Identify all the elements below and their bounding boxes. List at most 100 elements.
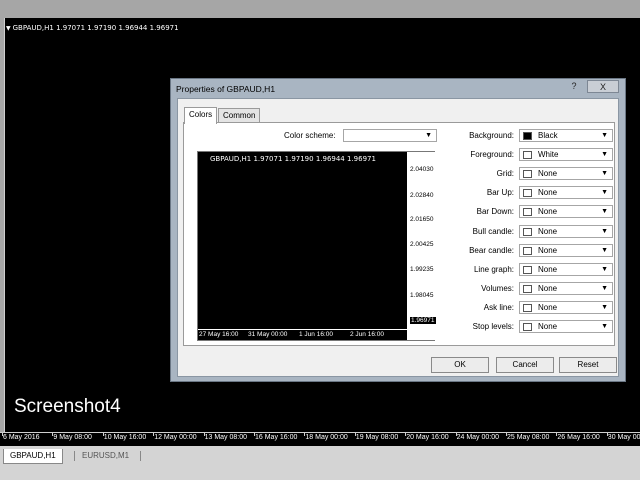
time-axis-label: 18 May 00:00	[305, 434, 348, 441]
chevron-down-icon: ▼	[601, 151, 608, 159]
setting-label: Bar Down:	[476, 207, 514, 217]
close-button[interactable]: X	[587, 80, 619, 93]
tab-eurusd-m1[interactable]: EURUSD,M1	[76, 449, 135, 463]
color-select[interactable]: None ▼	[519, 224, 613, 238]
color-swatch	[523, 323, 532, 331]
ok-button[interactable]: OK	[431, 357, 489, 373]
time-axis-label: 6 May 2016	[3, 434, 40, 441]
chevron-down-icon: ▼	[601, 170, 608, 178]
color-swatch	[523, 303, 532, 312]
watermark-text: Screenshot4	[14, 396, 121, 417]
preview-price-axis: 2.04030 2.02840 2.01650 2.00425 1.99235 1.980…	[407, 152, 436, 340]
chart-title-text: GBPAUD,H1 1.97071 1.97190 1.96944 1.9697…	[12, 24, 179, 32]
time-axis-label: 30 May 00:00	[607, 434, 640, 441]
color-value: None	[538, 264, 558, 274]
setting-label: Bull candle:	[472, 226, 514, 236]
color-select[interactable]: None ▼	[519, 281, 613, 295]
color-value: None	[538, 302, 558, 312]
color-swatch	[523, 265, 532, 274]
time-axis-label: 19 May 08:00	[355, 434, 399, 441]
properties-dialog: Properties of GBPAUD,H1 ? X Colors Commo…	[170, 78, 626, 382]
chevron-down-icon: ▼	[601, 284, 608, 292]
color-select[interactable]: None ▼	[519, 186, 613, 200]
time-axis-label: 25 May 08:00	[507, 434, 550, 441]
time-axis-label: 24 May 00:00	[456, 434, 500, 441]
color-value: None	[538, 322, 558, 331]
colors-panel: Color scheme: ▼ GBPAUD,H1 1.97071 1.9719…	[183, 122, 615, 346]
preview-time-label: 31 May 00:00	[248, 331, 288, 338]
setting-label: Grid:	[496, 169, 514, 179]
color-swatch	[523, 151, 532, 160]
setting-label: Stop levels:	[472, 322, 514, 331]
setting-label: Line graph:	[473, 264, 514, 274]
color-value: Black	[538, 131, 558, 140]
color-swatch	[523, 284, 532, 293]
color-select[interactable]: None ▼	[519, 262, 613, 276]
color-select[interactable]: White ▼	[519, 148, 613, 162]
color-value: None	[538, 188, 558, 198]
preview-time-axis: 27 May 16:00 31 May 00:00 1 Jun 16:00 2 Jun…	[198, 329, 407, 341]
preview-time-label: 1 Jun 16:00	[299, 331, 333, 338]
color-select[interactable]: None ▼	[519, 320, 613, 333]
setting-label: Bear candle:	[469, 245, 514, 255]
time-axis-label: 26 May 16:00	[557, 434, 600, 441]
setting-label: Bar Up:	[486, 188, 514, 198]
time-axis-label: 9 May 08:00	[53, 434, 92, 441]
color-scheme-label: Color scheme:	[284, 131, 336, 140]
chart-preview: GBPAUD,H1 1.97071 1.97190 1.96944 1.9697…	[197, 151, 436, 341]
help-button[interactable]: ?	[563, 80, 585, 93]
color-swatch	[523, 227, 532, 236]
time-axis-label: 16 May 16:00	[255, 434, 298, 441]
color-swatch	[523, 132, 532, 140]
reset-button[interactable]: Reset	[559, 357, 617, 373]
color-swatch	[523, 170, 532, 179]
chevron-down-icon: ▼	[601, 189, 608, 197]
chevron-down-icon: ▼	[601, 323, 608, 330]
dialog-body: Colors Common Color scheme: ▼ GBPAUD,H1 …	[177, 98, 619, 377]
chevron-down-icon: ▼	[601, 208, 608, 216]
setting-label: Volumes:	[481, 283, 514, 293]
chevron-down-icon: ▼	[601, 303, 608, 311]
preview-title: GBPAUD,H1 1.97071 1.97190 1.96944 1.9697…	[210, 155, 376, 163]
preview-time-label: 27 May 16:00	[199, 331, 239, 338]
preview-price-label: 2.00425	[410, 241, 434, 248]
chevron-down-icon: ▼	[601, 265, 608, 273]
tab-gbpaud-h1[interactable]: GBPAUD,H1	[3, 449, 63, 464]
color-swatch	[523, 208, 532, 217]
color-value: None	[538, 207, 558, 217]
setting-label: Ask line:	[483, 302, 514, 312]
chevron-down-icon: ▼	[601, 132, 608, 139]
color-value: None	[538, 169, 558, 179]
color-value: None	[538, 245, 558, 255]
dialog-title: Properties of GBPAUD,H1	[176, 84, 276, 94]
chart-tab-bar: GBPAUD,H1 EURUSD,M1	[0, 446, 640, 480]
color-swatch	[523, 189, 532, 198]
preview-time-label: 2 Jun 16:00	[350, 331, 384, 338]
tab-divider	[140, 451, 141, 461]
tab-colors[interactable]: Colors	[184, 107, 218, 124]
chart-menu-icon[interactable]: ▼	[6, 25, 11, 32]
chevron-down-icon: ▼	[601, 227, 608, 235]
time-axis: 6 May 2016 9 May 08:00 10 May 16:00 12 May …	[0, 432, 640, 447]
preview-price-label: 2.01650	[410, 216, 434, 223]
preview-price-label: 2.02840	[410, 192, 434, 199]
time-axis-label: 12 May 00:00	[154, 434, 197, 441]
time-axis-label: 10 May 16:00	[103, 434, 147, 441]
setting-label: Foreground:	[470, 150, 514, 160]
color-select[interactable]: None ▼	[519, 167, 613, 181]
time-axis-label: 13 May 08:00	[204, 434, 248, 441]
chart-title: ▼ GBPAUD,H1 1.97071 1.97190 1.96944 1.969…	[6, 24, 179, 32]
tab-common[interactable]: Common	[218, 108, 261, 123]
preview-price-label: 2.04030	[410, 166, 434, 173]
color-select[interactable]: None ▼	[519, 243, 613, 257]
color-value: White	[538, 150, 559, 160]
chevron-down-icon: ▼	[601, 246, 608, 254]
color-swatch	[523, 246, 532, 255]
color-select[interactable]: Black ▼	[519, 129, 613, 142]
color-select[interactable]: None ▼	[519, 205, 613, 219]
time-axis-label: 20 May 16:00	[406, 434, 449, 441]
color-scheme-select[interactable]: ▼	[343, 129, 437, 142]
cancel-button[interactable]: Cancel	[496, 357, 554, 373]
color-select[interactable]: None ▼	[519, 300, 613, 314]
chevron-down-icon: ▼	[425, 132, 432, 139]
